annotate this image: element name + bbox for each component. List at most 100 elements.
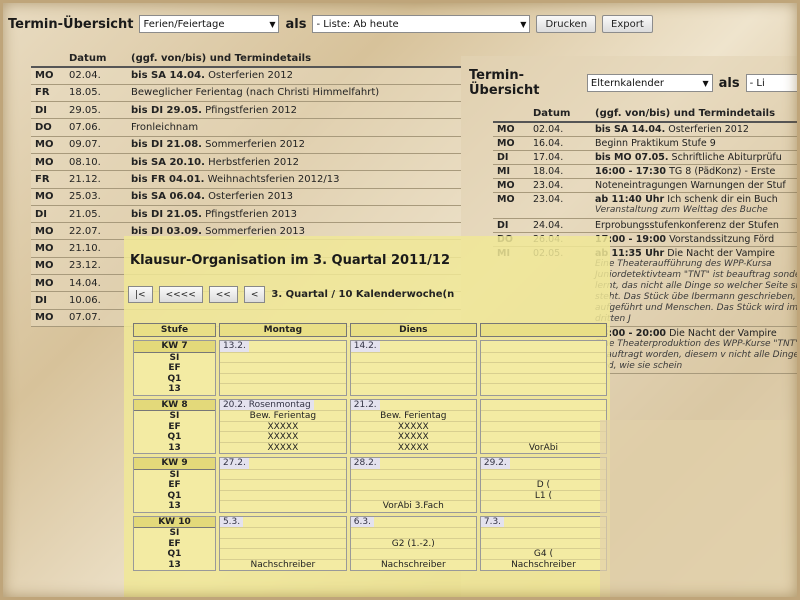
- slot[interactable]: [350, 489, 476, 501]
- slot[interactable]: [480, 500, 606, 511]
- second-title: Termin-Übersicht: [469, 68, 540, 98]
- day-cell[interactable]: [479, 340, 607, 396]
- row-details: ab 11:40 Uhr Ich schenk dir ein Buch Vera…: [591, 192, 800, 219]
- table-row[interactable]: MO 09.07. bis DI 21.08. Sommerferien 2012: [31, 136, 461, 154]
- slot[interactable]: D (: [480, 479, 606, 490]
- slot[interactable]: [219, 351, 346, 363]
- slot[interactable]: Nachschreiber: [350, 558, 476, 570]
- slot[interactable]: [219, 372, 346, 384]
- slot[interactable]: XXXXX: [350, 431, 476, 442]
- day-cell[interactable]: VorAbi: [479, 398, 607, 454]
- slot[interactable]: [219, 468, 346, 480]
- day-cell[interactable]: 21.2. Bew. Ferientag XXXXX XXXXX XXXXX: [349, 398, 477, 454]
- slot[interactable]: [480, 351, 606, 363]
- table-row[interactable]: MO 02.04. bis SA 14.04. Osterferien 2012: [493, 122, 800, 137]
- slot[interactable]: XXXXX: [350, 441, 476, 453]
- table-row[interactable]: MO 08.10. bis SA 20.10. Herbstferien 2012: [31, 153, 461, 172]
- category-select[interactable]: Ferien/Feiertage ▼: [139, 15, 280, 33]
- slot[interactable]: [480, 372, 606, 384]
- table-row[interactable]: DO 07.06. Fronleichnam: [31, 118, 461, 137]
- slot[interactable]: [350, 362, 476, 373]
- slot[interactable]: [219, 362, 346, 373]
- slot[interactable]: [350, 479, 476, 490]
- slot[interactable]: [480, 468, 606, 480]
- table-row[interactable]: MI 18.04. 16:00 - 17:30 TG 8 (PädKonz) - E…: [493, 164, 800, 179]
- slot[interactable]: L1 (: [480, 489, 606, 501]
- row-range: bis SA 14.04.: [131, 70, 205, 82]
- table-row[interactable]: DI 17.04. bis MO 07.05. Schriftliche Abitu…: [493, 150, 800, 165]
- table-row[interactable]: DI 29.05. bis DI 29.05. Pfingstferien 2012: [31, 101, 461, 120]
- slot[interactable]: Bew. Ferientag: [219, 410, 346, 421]
- back-fast-button[interactable]: <<<<: [158, 286, 203, 303]
- second-category-select[interactable]: Elternkalender ▼: [586, 74, 713, 92]
- row-details: bis SA 14.04. Osterferien 2012: [591, 122, 800, 137]
- slot[interactable]: [480, 431, 606, 442]
- table-row[interactable]: FR 18.05. Beweglicher Ferientag (nach Chr…: [31, 84, 461, 103]
- slot[interactable]: [350, 351, 476, 363]
- slot[interactable]: Nachschreiber: [219, 558, 346, 570]
- week-row: KW 10 SI EF Q1 13 5.3. Nachschreiber 6.3. G2 (1.…: [133, 515, 607, 571]
- slot[interactable]: Bew. Ferientag: [350, 410, 476, 421]
- day-cell[interactable]: 28.2. VorAbi 3.Fach: [349, 457, 477, 513]
- slot[interactable]: [219, 548, 346, 559]
- table-row[interactable]: DI 21.05. bis DI 21.05. Pfingstferien 2013: [31, 205, 461, 224]
- slot[interactable]: [350, 372, 476, 384]
- view-select[interactable]: - Liste: Ab heute ▼: [312, 15, 531, 33]
- slot[interactable]: [480, 420, 606, 432]
- slot[interactable]: XXXXX: [219, 420, 346, 432]
- slot[interactable]: VorAbi: [480, 441, 606, 453]
- slot[interactable]: [350, 383, 476, 394]
- print-button[interactable]: Drucken: [536, 15, 597, 33]
- page-title: Termin-Übersicht: [8, 16, 134, 32]
- table-row[interactable]: MO 23.04. Noteneintragungen Warnungen der…: [493, 178, 800, 193]
- table-row[interactable]: FR 21.12. bis FR 04.01. Weihnachtsferien 2…: [31, 170, 461, 189]
- day-cell[interactable]: 20.2. Rosenmontag Bew. Ferientag XXXXX XXXX…: [218, 398, 347, 454]
- slot[interactable]: Nachschreiber: [480, 558, 606, 570]
- back-button[interactable]: <: [243, 286, 266, 303]
- table-row[interactable]: MO 23.04. ab 11:40 Uhr Ich schenk dir ein …: [493, 192, 800, 219]
- slot[interactable]: XXXXX: [219, 431, 346, 442]
- day-cell[interactable]: 6.3. G2 (1.-2.) Nachschreiber: [349, 515, 477, 571]
- slot[interactable]: G2 (1.-2.): [350, 537, 476, 549]
- slot[interactable]: [480, 527, 606, 538]
- slot[interactable]: VorAbi 3.Fach: [350, 500, 476, 511]
- table-row[interactable]: MO 16.04. Beginn Praktikum Stufe 9: [493, 136, 800, 151]
- slot[interactable]: [350, 527, 476, 538]
- slot[interactable]: [480, 410, 606, 421]
- slot[interactable]: G4 (: [480, 548, 606, 559]
- slot[interactable]: [219, 383, 346, 394]
- second-view-select[interactable]: - Li: [745, 74, 800, 92]
- slot[interactable]: [219, 479, 346, 490]
- slot[interactable]: [219, 500, 346, 511]
- row-details: bis DI 21.08. Sommerferien 2012: [127, 136, 461, 154]
- export-button[interactable]: Export: [602, 15, 653, 33]
- row-day: MO: [31, 188, 65, 206]
- slot[interactable]: [350, 548, 476, 559]
- day-cell[interactable]: 29.2. D (L1 (: [479, 457, 607, 513]
- row-text: Weihnachtsferien 2012/13: [207, 173, 340, 185]
- slot[interactable]: [219, 537, 346, 549]
- slot[interactable]: [219, 489, 346, 501]
- back-double-button[interactable]: <<: [208, 286, 238, 303]
- slot[interactable]: [219, 527, 346, 538]
- slot[interactable]: [480, 383, 606, 394]
- day-cell[interactable]: 7.3. G4 (Nachschreiber: [479, 515, 607, 571]
- day-cell[interactable]: 14.2.: [349, 340, 477, 396]
- day-date: 5.3.: [219, 516, 244, 527]
- slot[interactable]: [480, 537, 606, 549]
- col-stufe: Stufe: [133, 323, 216, 337]
- slot[interactable]: [480, 362, 606, 373]
- table-row[interactable]: MO 25.03. bis SA 06.04. Osterferien 2013: [31, 188, 461, 206]
- slot[interactable]: XXXXX: [350, 420, 476, 432]
- row-day: DI: [31, 291, 65, 310]
- day-cell[interactable]: 27.2.: [218, 457, 347, 513]
- slot[interactable]: XXXXX: [219, 441, 346, 453]
- table-row[interactable]: DI 24.04. Erprobungsstufenkonferenz der S…: [493, 218, 800, 233]
- table-row[interactable]: MO 02.04. bis SA 14.04. Osterferien 2012: [31, 67, 461, 85]
- row-day: MO: [31, 153, 65, 172]
- first-button[interactable]: |<: [128, 286, 153, 303]
- day-cell[interactable]: 5.3. Nachschreiber: [218, 515, 347, 571]
- slot[interactable]: [350, 468, 476, 480]
- row-text: Die Nacht der Vampire: [669, 328, 777, 339]
- day-cell[interactable]: 13.2.: [218, 340, 347, 396]
